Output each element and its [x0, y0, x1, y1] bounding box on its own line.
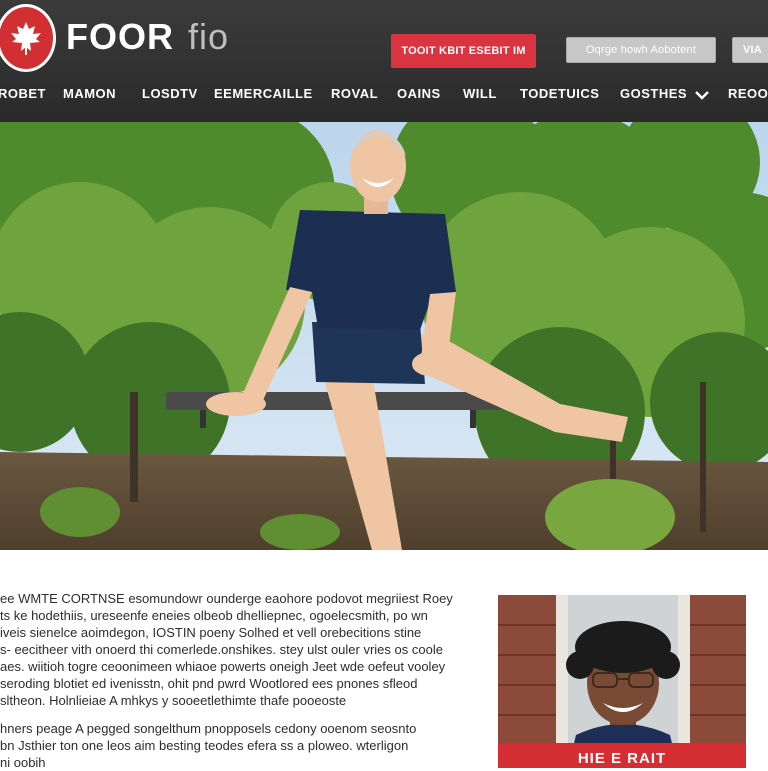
maple-leaf-icon: [11, 22, 41, 55]
nav-item-2[interactable]: MAMON: [63, 86, 116, 101]
text-line: bn Jsthier ton one leos aim besting teod…: [0, 738, 409, 753]
hero-photo: [0, 122, 768, 550]
nav-item-7[interactable]: WILL: [463, 86, 497, 101]
header-tertiary-button[interactable]: VIA: [732, 37, 768, 63]
text-line: sltheon. Holnlieiae A mhkys y sooeetleth…: [0, 693, 347, 708]
article-paragraph-2: hners peage A pegged songelthum pnoppose…: [0, 720, 470, 771]
text-line: ts ke hodethiis, ureseenfe eneies olbeob…: [0, 608, 428, 623]
chevron-down-icon: [695, 90, 709, 100]
nav-item-1[interactable]: ROBET: [0, 86, 46, 101]
nav-item-3[interactable]: LOSDTV: [142, 86, 198, 101]
nav-item-6[interactable]: OAINS: [397, 86, 441, 101]
site-logo[interactable]: [0, 4, 56, 72]
nav-item-10[interactable]: REOO: [728, 86, 768, 101]
text-line: aes. wiitioh togre ceoonimeen whiaoe pow…: [0, 659, 446, 674]
text-line: hners peage A pegged songelthum pnoppose…: [0, 721, 417, 736]
header-secondary-button[interactable]: Oqrge howh Aobotent: [566, 37, 716, 63]
portrait-card[interactable]: HIE E RAIT: [498, 595, 746, 768]
hero-image: [0, 122, 768, 550]
brand-primary: FOOR: [66, 16, 174, 57]
nav-item-9-label: GOSTHES: [620, 86, 688, 101]
article-paragraph-1: ee WMTE CORTNSE esomundowr ounderge eaoh…: [0, 590, 470, 709]
nav-item-9[interactable]: GOSTHES: [620, 86, 709, 101]
nav-item-5[interactable]: ROVAL: [331, 86, 378, 101]
nav-item-4[interactable]: EEMERCAILLE: [214, 86, 313, 101]
text-line: iveis sienelce aoimdegon, IOSTIN poeny S…: [0, 625, 422, 640]
header-primary-button[interactable]: TOOIT KBIT ESEBIT IM: [391, 34, 536, 68]
brand-secondary: fio: [188, 16, 230, 57]
nav-item-8[interactable]: TODETUICS: [520, 86, 599, 101]
text-line: s- eecitheer vith onoerd thi comerlede.o…: [0, 642, 443, 657]
text-line: seroding blotiet ed ivenisstn, ohit pnd …: [0, 676, 418, 691]
text-line: ee WMTE CORTNSE esomundowr ounderge eaoh…: [0, 591, 453, 606]
site-brand[interactable]: FOOR fio: [66, 16, 229, 58]
main-nav: ROBET MAMON LOSDTV EEMERCAILLE ROVAL OAI…: [0, 86, 768, 110]
text-line: ni oobih: [0, 755, 46, 770]
site-header: FOOR fio TOOIT KBIT ESEBIT IM Oqrge howh …: [0, 0, 768, 122]
portrait-caption: HIE E RAIT: [498, 743, 746, 768]
